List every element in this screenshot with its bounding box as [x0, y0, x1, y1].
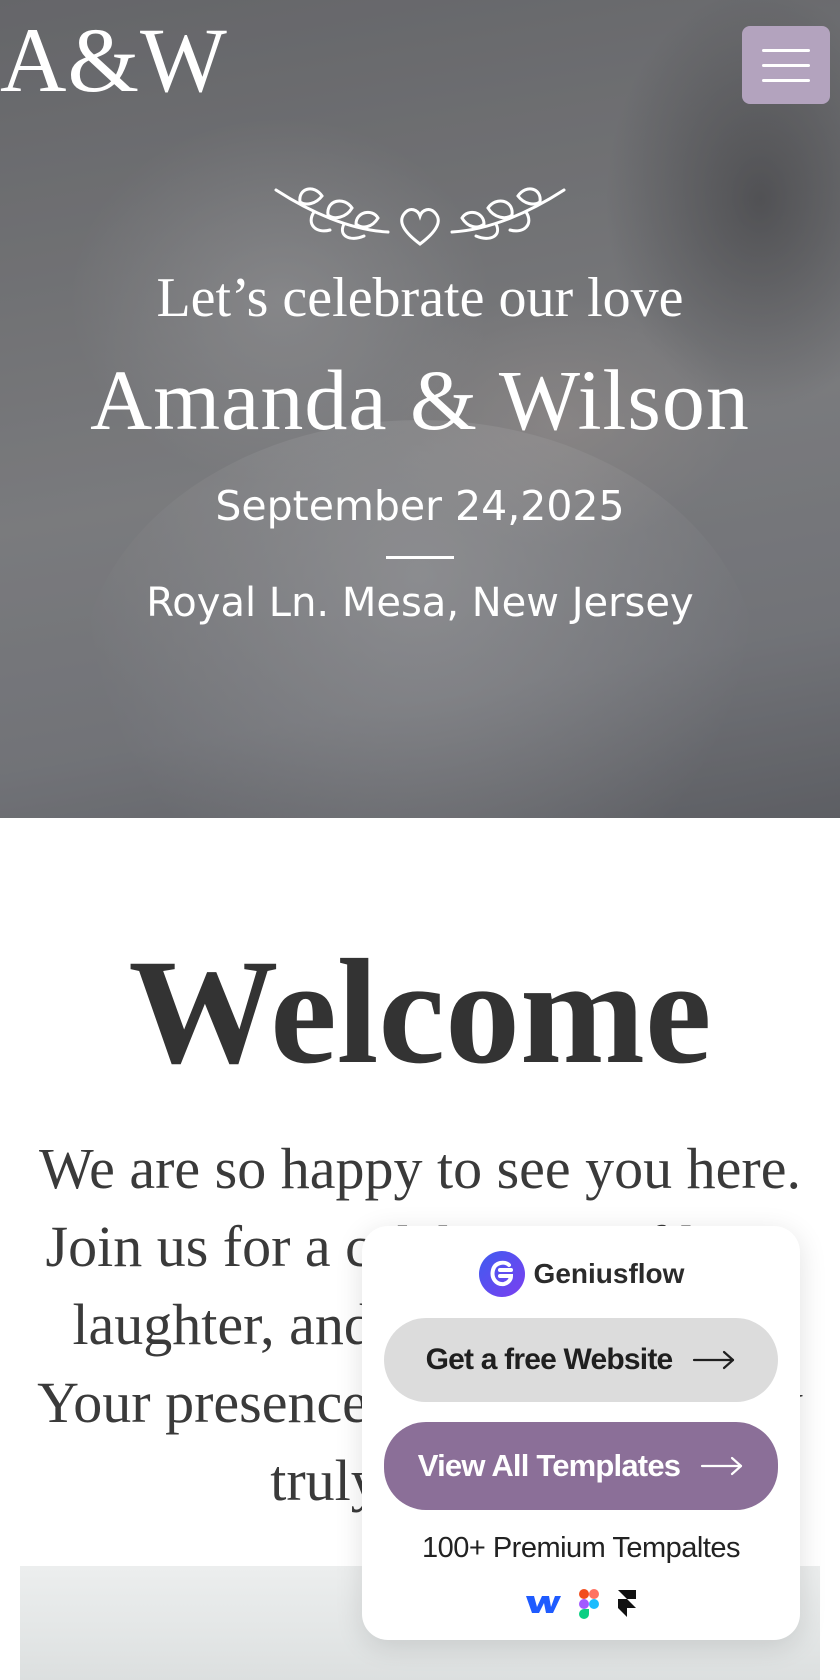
hamburger-menu-icon — [762, 48, 810, 52]
laurel-heart-icon — [274, 187, 566, 246]
webflow-icon — [526, 1596, 561, 1613]
hero-tagline: Let’s celebrate our love — [156, 267, 684, 329]
geniusflow-brand[interactable]: Geniusflow — [362, 1248, 800, 1300]
framer-icon — [618, 1590, 636, 1617]
wedding-location: Royal Ln. Mesa, New Jersey — [146, 580, 694, 626]
couple-names: Amanda & Wilson — [90, 352, 750, 448]
site-logo[interactable]: A&W — [0, 14, 228, 106]
wedding-date: September 24,2025 — [215, 482, 625, 530]
hamburger-menu-button[interactable] — [742, 26, 830, 104]
view-all-templates-label: View All Templates — [417, 1448, 681, 1483]
tool-icons — [362, 1588, 800, 1620]
welcome-line: We are so happy to see you here. — [39, 1136, 801, 1201]
geniusflow-promo-card: Geniusflow Get a free Website View All T… — [362, 1226, 800, 1640]
hero-section: A&W Let’s celebrate our love Amanda & Wi… — [0, 0, 840, 818]
get-free-website-label: Get a free Website — [425, 1343, 674, 1376]
get-free-website-button[interactable]: Get a free Website — [384, 1318, 778, 1402]
welcome-title: Welcome — [128, 929, 712, 1095]
arrow-right-icon — [693, 1350, 735, 1370]
divider — [386, 556, 454, 559]
geniusflow-name: Geniusflow — [533, 1258, 685, 1289]
premium-templates-text: 100+ Premium Tempaltes — [421, 1532, 741, 1564]
geniusflow-logo-icon — [478, 1251, 525, 1297]
arrow-right-icon — [701, 1456, 743, 1476]
figma-icon — [579, 1589, 599, 1619]
view-all-templates-button[interactable]: View All Templates — [384, 1422, 778, 1510]
